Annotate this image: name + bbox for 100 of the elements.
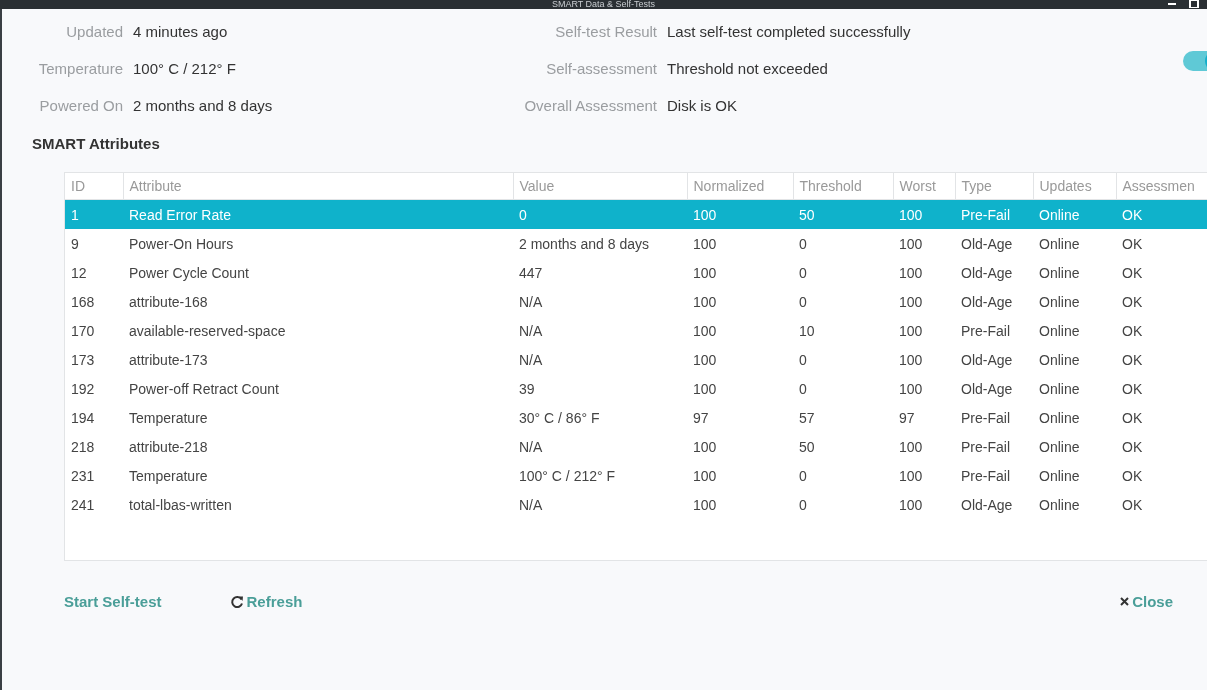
field-value: Disk is OK xyxy=(667,97,737,115)
table-cell-text: 0 xyxy=(798,379,808,399)
table-cell-text: Pre-Fail xyxy=(960,437,1011,457)
table-cell-text: N/A xyxy=(518,321,544,341)
table-cell-text: total-lbas-written xyxy=(128,495,233,515)
field-value: Threshold not exceeded xyxy=(667,60,828,78)
table-cell-text: Power Cycle Count xyxy=(128,263,250,283)
table-row[interactable]: 192 Power-off Retract Count 39 100 0 100 Old-Age Online OK xyxy=(65,374,1207,403)
table-cell-text: 194 xyxy=(70,408,96,428)
field-value: Last self-test completed successfully xyxy=(667,23,911,41)
table-cell-text: 100 xyxy=(898,321,924,341)
table-row[interactable]: 231 Temperature 100° C / 212° F 100 0 100 Pre-Fail Online OK xyxy=(65,461,1207,490)
field-label: Powered On xyxy=(38,97,123,115)
table-cell-text: N/A xyxy=(518,437,544,457)
section-title: SMART Attributes xyxy=(32,135,161,152)
table-cell: 1 xyxy=(65,199,123,229)
maximize-icon[interactable] xyxy=(1189,0,1199,8)
table-cell-text: Online xyxy=(1038,379,1081,399)
table-cell-text: OK xyxy=(1121,263,1144,283)
refresh-icon xyxy=(229,594,244,609)
table-cell-text: Online xyxy=(1038,408,1081,428)
table-cell: 100 xyxy=(893,229,955,258)
table-cell: 0 xyxy=(793,229,893,258)
table-row[interactable]: 194 Temperature 30° C / 86° F 97 57 97 Pre-Fail Online OK xyxy=(65,403,1207,432)
table-cell-text: OK xyxy=(1121,408,1144,428)
table-row[interactable]: 173 attribute-173 N/A 100 0 100 Old-Age Online OK xyxy=(65,345,1207,374)
close-button[interactable]: Close xyxy=(1120,589,1173,614)
table-cell: Online xyxy=(1033,199,1116,229)
table-cell-text: 57 xyxy=(798,408,816,428)
table-cell-text: Online xyxy=(1038,466,1081,486)
table-cell-text: Old-Age xyxy=(960,495,1014,515)
table-cell-text: Temperature xyxy=(128,466,209,486)
table-cell-text: 100 xyxy=(692,466,718,486)
table-cell: 2 months and 8 days xyxy=(513,229,687,258)
table-cell-text: 10 xyxy=(798,321,816,341)
table-cell-text: OK xyxy=(1121,321,1144,341)
table-row[interactable]: 168 attribute-168 N/A 100 0 100 Old-Age Online OK xyxy=(65,287,1207,316)
table-cell-text: 30° C / 86° F xyxy=(518,408,601,428)
table-cell-text: OK xyxy=(1121,350,1144,370)
table-cell: OK xyxy=(1116,229,1207,258)
table-cell-text: OK xyxy=(1121,437,1144,457)
column-header[interactable]: Value xyxy=(513,173,687,200)
column-header[interactable]: Updates xyxy=(1033,173,1116,200)
table-cell-text: 100 xyxy=(692,379,718,399)
column-header[interactable]: Assessmen xyxy=(1116,173,1207,200)
table-cell-text: 447 xyxy=(518,263,544,283)
table-cell-text: Pre-Fail xyxy=(960,408,1011,428)
table-cell-text: 97 xyxy=(692,408,710,428)
table-cell-text: 100 xyxy=(692,263,718,283)
table-cell-text: 39 xyxy=(518,379,536,399)
table-cell-text: Online xyxy=(1038,350,1081,370)
field-label: Self-assessment xyxy=(545,60,657,78)
table-cell-text: N/A xyxy=(518,350,544,370)
table-cell: 50 xyxy=(793,199,893,229)
table-cell: OK xyxy=(1116,199,1207,229)
table-cell-text: 0 xyxy=(798,350,808,370)
table-cell-text: 100 xyxy=(692,437,718,457)
table-row[interactable]: 12 Power Cycle Count 447 100 0 100 Old-Age Online OK xyxy=(65,258,1207,287)
table-cell-text: 100 xyxy=(692,350,718,370)
table-cell-text: Old-Age xyxy=(960,292,1014,312)
field-label: Self-test Result xyxy=(554,23,657,41)
table-cell-text: N/A xyxy=(518,495,544,515)
table-cell-text: attribute-168 xyxy=(128,292,209,312)
table-cell-text: OK xyxy=(1121,466,1144,486)
table-cell: Read Error Rate xyxy=(123,199,513,229)
table-cell-text: 0 xyxy=(798,495,808,515)
column-header[interactable]: Type xyxy=(955,173,1033,200)
table-row[interactable]: 9 Power-On Hours 2 months and 8 days 100 0 100 Old-Age Online OK xyxy=(65,229,1207,258)
field-label: Updated xyxy=(65,23,123,41)
start-self-test-button[interactable]: Start Self-test xyxy=(64,589,162,614)
window-title: SMART Data & Self-Tests xyxy=(551,0,656,9)
table-cell-text: 100 xyxy=(692,292,718,312)
table-cell: 100 xyxy=(687,199,793,229)
column-header[interactable]: Threshold xyxy=(793,173,893,200)
field-label: Overall Assessment xyxy=(523,97,657,115)
table-cell-text: OK xyxy=(1121,379,1144,399)
table-cell-text: 241 xyxy=(70,495,96,515)
column-header[interactable]: Worst xyxy=(893,173,955,200)
column-header[interactable]: Normalized xyxy=(687,173,793,200)
field-value: 100° C / 212° F xyxy=(133,60,236,78)
table-row[interactable]: 241 total-lbas-written N/A 100 0 100 Old-Age Online OK xyxy=(65,490,1207,519)
table-row[interactable]: 170 available-reserved-space N/A 100 10 100 Pre-Fail Online OK xyxy=(65,316,1207,345)
table-cell-text: Online xyxy=(1038,292,1081,312)
table-row[interactable]: 218 attribute-218 N/A 100 50 100 Pre-Fail Online OK xyxy=(65,432,1207,461)
table-cell-text: 168 xyxy=(70,292,96,312)
table-cell-text: Old-Age xyxy=(960,379,1014,399)
table-cell-text: 231 xyxy=(70,466,96,486)
minimize-icon[interactable] xyxy=(1167,0,1177,6)
table-cell-text: available-reserved-space xyxy=(128,321,287,341)
table-cell-text: 100 xyxy=(898,437,924,457)
table-cell: Old-Age xyxy=(955,229,1033,258)
table-cell-text: 0 xyxy=(798,263,808,283)
refresh-button[interactable]: Refresh xyxy=(229,589,303,614)
column-header[interactable]: Attribute xyxy=(123,173,513,200)
table-cell-text: Online xyxy=(1038,495,1081,515)
table-cell-text: 170 xyxy=(70,321,96,341)
table-cell-text: OK xyxy=(1121,495,1144,515)
column-header[interactable]: ID xyxy=(65,173,123,200)
table-cell: Online xyxy=(1033,229,1116,258)
field-value: 2 months and 8 days xyxy=(133,97,273,115)
